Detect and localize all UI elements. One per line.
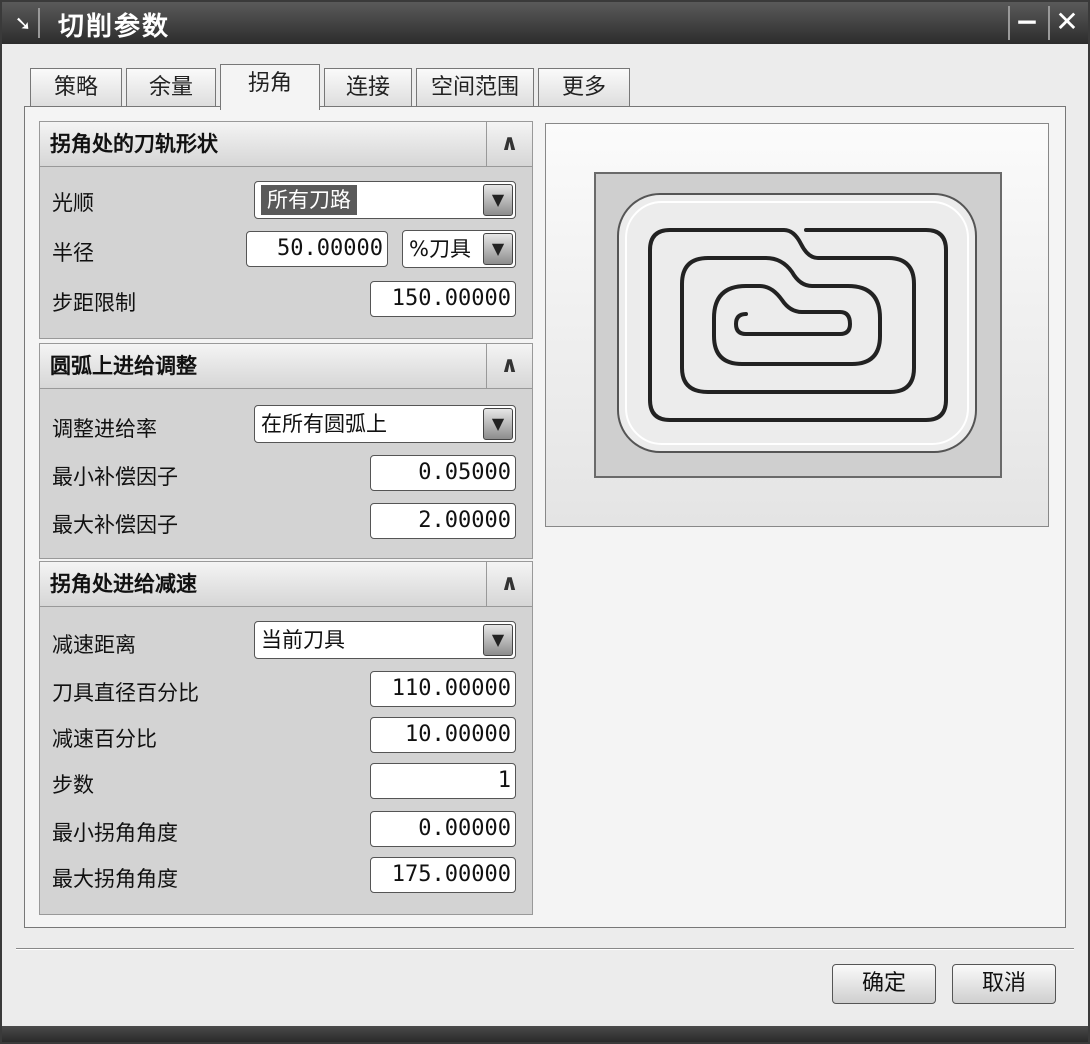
adjust-rate-dropdown[interactable]: 在所有圆弧上 ▼ — [254, 405, 516, 443]
title-bar[interactable]: ➘ 切削参数 − ✕ — [2, 2, 1088, 44]
adjust-rate-value: 在所有圆弧上 — [261, 412, 387, 436]
tool-dia-pct-label: 刀具直径百分比 — [52, 681, 199, 705]
radius-label: 半径 — [52, 241, 94, 265]
section-corner-decel-header[interactable]: 拐角处进给减速 ∧ — [39, 561, 533, 607]
tool-dia-pct-input[interactable]: 110.00000 — [370, 671, 516, 707]
toolpath-preview-panel — [545, 123, 1049, 527]
decel-pct-input[interactable]: 10.00000 — [370, 717, 516, 753]
smooth-label: 光顺 — [52, 191, 94, 215]
close-button[interactable]: ✕ — [1048, 6, 1084, 40]
radius-input[interactable]: 50.00000 — [246, 231, 388, 267]
section-title: 拐角处进给减速 — [50, 572, 197, 596]
max-angle-label: 最大拐角角度 — [52, 867, 178, 891]
radius-unit-dropdown[interactable]: %刀具 ▼ — [402, 230, 516, 268]
cutting-params-dialog: ➘ 切削参数 − ✕ 策略 余量 拐角 连接 空间范围 更多 拐角处的刀轨形状 … — [0, 0, 1090, 1044]
section-arc-feed-adjust-header[interactable]: 圆弧上进给调整 ∧ — [39, 343, 533, 389]
chevron-down-icon[interactable]: ▼ — [483, 408, 513, 440]
dialog-title: 切削参数 — [58, 12, 171, 42]
section-corner-path-shape-body: 光顺 所有刀路 ▼ 半径 50.00000 %刀具 ▼ 步距限制 150.000… — [39, 167, 533, 339]
minimize-button[interactable]: − — [1008, 6, 1044, 40]
section-title: 圆弧上进给调整 — [50, 354, 197, 378]
decel-dist-value: 当前刀具 — [261, 628, 345, 652]
min-comp-label: 最小补偿因子 — [52, 465, 178, 489]
decel-dist-label: 减速距离 — [52, 633, 136, 657]
corners-tab-panel: 拐角处的刀轨形状 ∧ 光顺 所有刀路 ▼ 半径 50.00000 %刀具 ▼ 步… — [24, 106, 1066, 928]
tab-containment[interactable]: 空间范围 — [416, 68, 534, 108]
max-angle-input[interactable]: 175.00000 — [370, 857, 516, 893]
tab-connections[interactable]: 连接 — [324, 68, 412, 108]
section-arc-feed-adjust-body: 调整进给率 在所有圆弧上 ▼ 最小补偿因子 0.05000 最大补偿因子 2.0… — [39, 389, 533, 559]
chevron-down-icon[interactable]: ▼ — [483, 184, 513, 216]
collapse-chevron-icon[interactable]: ∧ — [486, 344, 532, 388]
ok-button[interactable]: 确定 — [832, 964, 936, 1004]
divider — [16, 948, 1074, 950]
section-title: 拐角处的刀轨形状 — [50, 132, 218, 156]
step-limit-input[interactable]: 150.00000 — [370, 281, 516, 317]
section-corner-path-shape-header[interactable]: 拐角处的刀轨形状 ∧ — [39, 121, 533, 167]
max-comp-label: 最大补偿因子 — [52, 513, 178, 537]
tab-corners[interactable]: 拐角 — [220, 64, 320, 110]
arrow-cursor-icon: ➘ — [8, 8, 40, 38]
step-limit-label: 步距限制 — [52, 291, 136, 315]
tab-strategy[interactable]: 策略 — [30, 68, 122, 108]
radius-unit-value: %刀具 — [409, 237, 471, 261]
steps-label: 步数 — [52, 773, 94, 797]
max-comp-input[interactable]: 2.00000 — [370, 503, 516, 539]
min-angle-label: 最小拐角角度 — [52, 821, 178, 845]
toolpath-preview-image — [594, 172, 1002, 478]
smooth-value: 所有刀路 — [261, 185, 357, 215]
decel-dist-dropdown[interactable]: 当前刀具 ▼ — [254, 621, 516, 659]
chevron-down-icon[interactable]: ▼ — [483, 624, 513, 656]
adjust-rate-label: 调整进给率 — [52, 417, 157, 441]
section-corner-decel-body: 减速距离 当前刀具 ▼ 刀具直径百分比 110.00000 减速百分比 10.0… — [39, 607, 533, 915]
steps-input[interactable]: 1 — [370, 763, 516, 799]
collapse-chevron-icon[interactable]: ∧ — [486, 562, 532, 606]
cancel-button[interactable]: 取消 — [952, 964, 1056, 1004]
chevron-down-icon[interactable]: ▼ — [483, 233, 513, 265]
min-angle-input[interactable]: 0.00000 — [370, 811, 516, 847]
smooth-dropdown[interactable]: 所有刀路 ▼ — [254, 181, 516, 219]
window-bottom-border — [2, 1026, 1088, 1042]
tab-stock[interactable]: 余量 — [126, 68, 216, 108]
min-comp-input[interactable]: 0.05000 — [370, 455, 516, 491]
decel-pct-label: 减速百分比 — [52, 727, 157, 751]
collapse-chevron-icon[interactable]: ∧ — [486, 122, 532, 166]
tab-more[interactable]: 更多 — [538, 68, 630, 108]
spiral-toolpath-icon — [617, 193, 977, 453]
